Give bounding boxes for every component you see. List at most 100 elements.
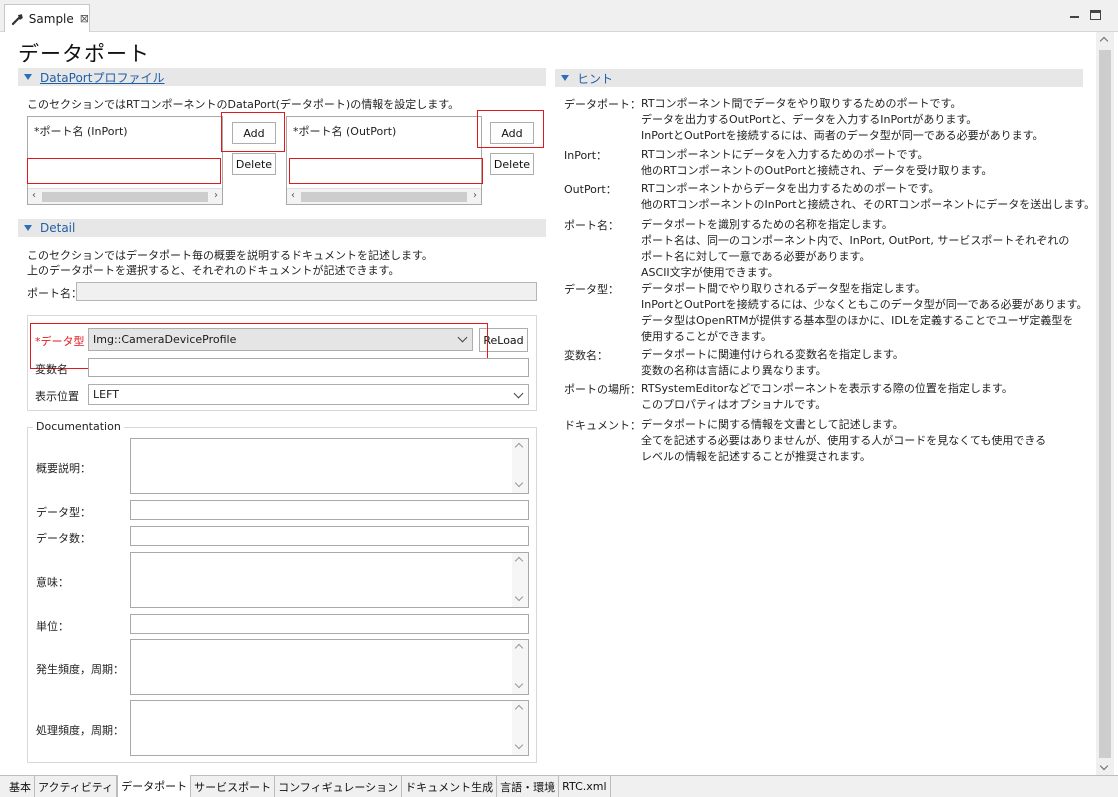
summary-textarea[interactable] <box>130 438 529 494</box>
tab-dataport[interactable]: データポート <box>117 775 192 797</box>
frequency-textarea[interactable] <box>130 639 529 695</box>
tab-basic[interactable]: 基本 <box>6 776 35 797</box>
hint-description: データポートに関連付けられる変数名を指定します。 変数の名称は言語により異なります… <box>641 348 904 377</box>
hint-description: RTコンポーネントにデータを入力するためのポートです。 他のRTコンポーネントのO… <box>641 148 993 177</box>
dataport-profile-description: このセクションではRTコンポーネントのDataPort(データポート)の情報を設… <box>27 98 460 111</box>
editor-tab-sample[interactable]: Sample ⊠ <box>4 4 90 32</box>
doc-data-type-field[interactable] <box>130 500 529 520</box>
scroll-down-icon[interactable] <box>514 740 524 750</box>
data-count-label: データ数： <box>36 532 91 545</box>
section-title: Detail <box>40 221 76 235</box>
editor-tab-label: Sample <box>28 11 74 26</box>
variable-name-label: 変数名 <box>35 363 68 376</box>
inport-add-button[interactable]: Add <box>232 122 276 144</box>
hint-term: InPort： <box>564 149 608 162</box>
hint-description: RTコンポーネントからデータを出力するためのポートです。 他のRTコンポーネントの… <box>641 182 1096 211</box>
scroll-left-icon[interactable]: ‹ <box>32 190 36 201</box>
scroll-thumb[interactable] <box>301 192 467 202</box>
tab-configuration[interactable]: コンフィギュレーション <box>275 776 403 797</box>
hint-description: データポートに関する情報を文書として記述します。 全てを記述する必要はありませんが… <box>641 418 1047 463</box>
position-select[interactable]: LEFT <box>88 384 529 405</box>
inport-highlight <box>27 158 221 184</box>
outport-highlight <box>289 158 483 184</box>
scroll-up-icon[interactable] <box>514 643 524 653</box>
inport-delete-button[interactable]: Delete <box>232 153 276 175</box>
vertical-scrollbar[interactable] <box>512 640 528 694</box>
scroll-left-icon[interactable]: ‹ <box>291 190 295 201</box>
hint-term: ポートの場所： <box>564 383 641 396</box>
hint-term: データポート： <box>564 98 641 111</box>
detail-header[interactable]: Detail <box>18 219 546 237</box>
tab-serviceport[interactable]: サービスポート <box>191 776 276 797</box>
scroll-thumb[interactable] <box>1099 50 1111 758</box>
close-icon[interactable]: ⊠ <box>80 12 89 25</box>
port-name-label: ポート名： <box>27 287 82 300</box>
doc-data-type-label: データ型： <box>36 506 91 519</box>
meaning-textarea[interactable] <box>130 552 529 608</box>
scroll-right-icon[interactable]: › <box>214 190 218 201</box>
page-title: データポート <box>18 42 150 66</box>
hint-term: 変数名： <box>564 349 608 362</box>
unit-field[interactable] <box>130 614 529 634</box>
section-title: ヒント <box>577 71 614 86</box>
outport-list-header: *ポート名 (OutPort) <box>293 125 397 138</box>
scroll-up-icon[interactable] <box>514 704 524 714</box>
position-label: 表示位置 <box>35 390 79 403</box>
detail-description-2: 上のデータポートを選択すると、それぞれのドキュメントが記述できます。 <box>27 264 400 277</box>
scroll-up-icon[interactable] <box>514 442 524 452</box>
hint-description: データポートを識別するための名称を指定します。 ポート名は、同一のコンポーネント内… <box>641 218 1070 279</box>
unit-label: 単位： <box>36 620 69 633</box>
editor-tab-bar: Sample ⊠ <box>0 0 1118 32</box>
scroll-up-icon[interactable] <box>1099 36 1109 46</box>
inport-list-header: *ポート名 (InPort) <box>34 125 128 138</box>
inport-horizontal-scrollbar[interactable]: ‹ › <box>28 188 222 204</box>
editor-page-tabs: 基本 アクティビティ データポート サービスポート コンフィギュレーション ドキ… <box>0 775 1118 797</box>
minimize-icon[interactable] <box>1068 8 1082 20</box>
maximize-icon[interactable] <box>1090 10 1101 20</box>
hint-description: RTSystemEditorなどでコンポーネントを表示する際の位置を指定します。… <box>641 382 1013 411</box>
hint-description: データポート間でやり取りされるデータ型を指定します。 InPortとOutPort… <box>641 282 1088 343</box>
position-value: LEFT <box>93 388 119 401</box>
collapse-triangle-icon[interactable] <box>24 74 32 80</box>
frequency-label: 発生頻度，周期： <box>36 663 124 676</box>
hints-header[interactable]: ヒント <box>555 69 1083 87</box>
port-name-field[interactable] <box>76 282 537 301</box>
chevron-down-icon <box>513 388 524 399</box>
scroll-down-icon[interactable] <box>514 679 524 689</box>
scroll-down-icon[interactable] <box>514 478 524 488</box>
scroll-down-icon[interactable] <box>1099 761 1109 771</box>
data-count-field[interactable] <box>130 526 529 546</box>
outport-add-button[interactable]: Add <box>490 122 534 144</box>
hint-term: ポート名： <box>564 219 619 232</box>
summary-label: 概要説明： <box>36 462 91 475</box>
hint-term: OutPort： <box>564 183 617 196</box>
dataport-profile-header[interactable]: DataPortプロファイル <box>18 68 546 86</box>
processing-label: 処理頻度，周期： <box>36 724 124 737</box>
scroll-down-icon[interactable] <box>514 592 524 602</box>
meaning-label: 意味： <box>36 576 69 589</box>
vertical-scrollbar[interactable] <box>512 439 528 493</box>
documentation-legend: Documentation <box>33 420 124 433</box>
vertical-scrollbar[interactable] <box>512 553 528 607</box>
page-vertical-scrollbar[interactable] <box>1096 32 1114 775</box>
scroll-right-icon[interactable]: › <box>473 190 477 201</box>
variable-name-field[interactable] <box>88 358 529 377</box>
hint-description: RTコンポーネント間でデータをやり取りするためのポートです。 データを出力するOu… <box>641 97 1044 142</box>
scroll-up-icon[interactable] <box>514 556 524 566</box>
collapse-triangle-icon[interactable] <box>24 225 32 231</box>
vertical-scrollbar[interactable] <box>512 701 528 755</box>
detail-description-1: このセクションではデータポート毎の概要を説明するドキュメントを記述します。 <box>27 249 433 262</box>
outport-horizontal-scrollbar[interactable]: ‹ › <box>287 188 481 204</box>
section-title: DataPortプロファイル <box>40 70 165 85</box>
tab-rtc-xml[interactable]: RTC.xml <box>559 776 611 797</box>
tab-document-generation[interactable]: ドキュメント生成 <box>402 776 498 797</box>
outport-delete-button[interactable]: Delete <box>490 153 534 175</box>
wrench-icon <box>11 13 23 25</box>
hint-term: ドキュメント： <box>564 419 641 432</box>
hint-term: データ型： <box>564 283 619 296</box>
tab-activity[interactable]: アクティビティ <box>35 776 118 797</box>
scroll-thumb[interactable] <box>42 192 208 202</box>
tab-language-environment[interactable]: 言語・環境 <box>497 776 560 797</box>
processing-textarea[interactable] <box>130 700 529 756</box>
collapse-triangle-icon[interactable] <box>561 75 569 81</box>
